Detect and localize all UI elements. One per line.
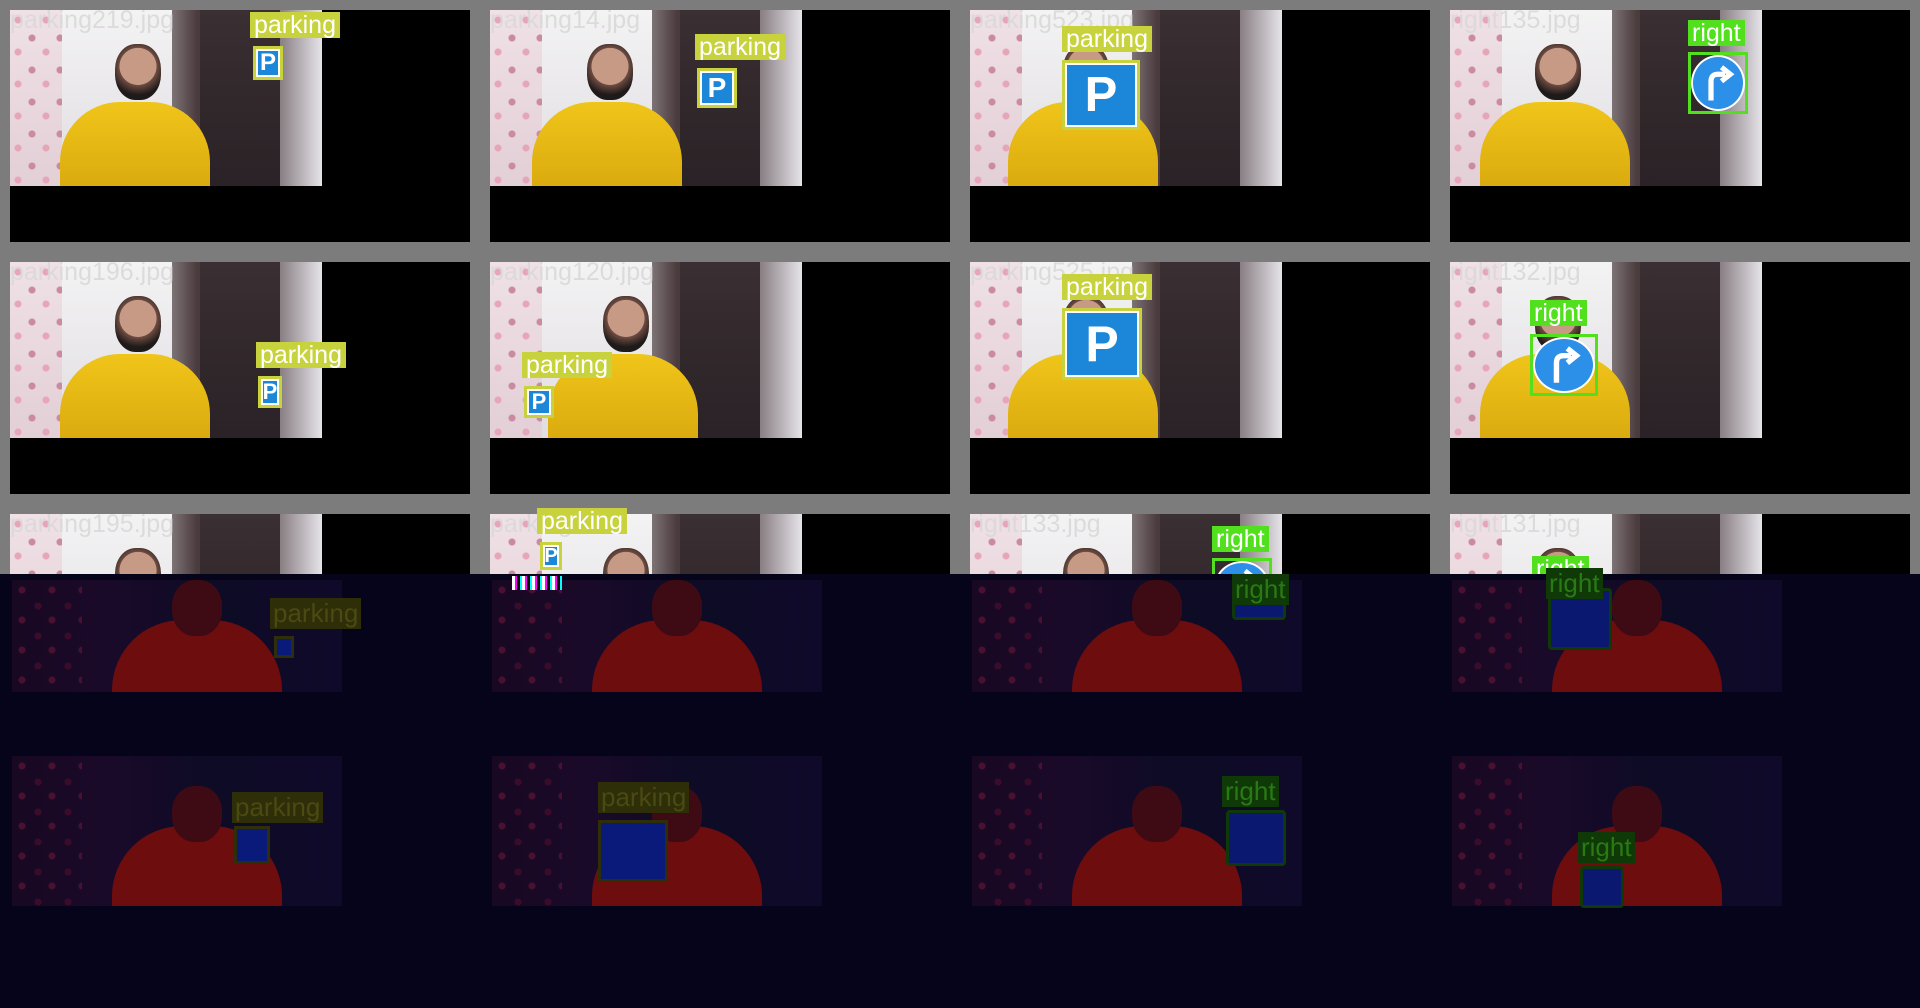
parking-bounding-box: P <box>1062 308 1142 380</box>
filename-label: right133.jpg <box>970 510 1101 538</box>
filename-label: parking120.jpg <box>490 258 655 286</box>
person-head <box>172 786 222 842</box>
parking-class-label: parking <box>695 34 785 60</box>
parking-sign-letter: P <box>1084 68 1118 122</box>
right-bounding-box <box>1530 334 1598 396</box>
grid-cell: right132.jpg <box>1440 252 1920 504</box>
parking-class-label: parking <box>598 782 690 813</box>
image-frame <box>1450 262 1910 494</box>
grid-cell: parking219.jpg <box>0 0 480 252</box>
parking-class-label: parking <box>537 508 627 534</box>
parking-sign-icon: P <box>1065 311 1139 377</box>
parking-bounding-box <box>274 636 294 658</box>
right-class-label: right <box>1222 776 1279 807</box>
parking-sign-letter: P <box>262 379 278 404</box>
grid-cell: right135.jpg <box>1440 0 1920 252</box>
parking-bounding-box: P <box>253 46 283 80</box>
image-frame <box>10 262 470 494</box>
person-head <box>115 296 161 352</box>
right-class-label: right <box>1688 20 1745 46</box>
right-arrow-icon <box>1708 65 1735 101</box>
turn-right-sign-icon <box>1691 55 1745 111</box>
right-class-label: right <box>1546 568 1603 599</box>
parking-sign-letter: P <box>259 49 276 76</box>
grid-cell: parking523.jpg <box>960 0 1440 252</box>
person-head <box>1612 580 1662 636</box>
parking-class-label: parking <box>256 342 346 368</box>
parking-bounding-box: P <box>540 542 562 570</box>
image-frame <box>1450 10 1910 242</box>
right-arrow-icon <box>1554 346 1581 384</box>
image-frame <box>970 262 1430 494</box>
person-head <box>587 44 633 100</box>
person-head <box>1535 44 1581 100</box>
person-shirt <box>60 102 210 186</box>
parking-bounding-box: P <box>1062 60 1140 130</box>
grid-cell: parking196.jpg <box>0 252 480 504</box>
person-head <box>603 296 649 352</box>
right-class-label: right <box>1232 574 1289 605</box>
grid-cell: parking525.jpg <box>960 252 1440 504</box>
parking-class-label: parking <box>250 12 340 38</box>
dimmed-overlay: parking right right parking parking right righ… <box>0 568 1920 1008</box>
right-class-label: right <box>1212 526 1269 552</box>
parking-bounding-box <box>598 820 668 882</box>
parking-class-label: parking <box>1062 26 1152 52</box>
parking-sign-letter: P <box>707 72 727 103</box>
filename-label: parking219.jpg <box>10 6 175 34</box>
camera-photo <box>1450 262 1762 438</box>
parking-bounding-box: P <box>697 68 737 108</box>
parking-sign-icon: P <box>1065 63 1137 127</box>
right-class-label: right <box>1530 300 1587 326</box>
filename-label: parking196.jpg <box>10 258 175 286</box>
filename-label: right135.jpg <box>1450 6 1581 34</box>
filename-label: parking195.jpg <box>10 510 175 538</box>
parking-bounding-box <box>234 826 270 864</box>
filename-label: right132.jpg <box>1450 258 1581 286</box>
right-bounding-box <box>1226 810 1286 866</box>
person-head <box>1132 786 1182 842</box>
person-shirt <box>1480 102 1630 186</box>
image-frame <box>970 10 1430 242</box>
parking-sign-letter: P <box>544 544 558 567</box>
parking-bounding-box: P <box>524 386 554 418</box>
person-head <box>652 580 702 636</box>
right-bounding-box <box>1688 52 1748 114</box>
parking-sign-icon: P <box>700 71 734 105</box>
parking-sign-icon: P <box>543 545 559 567</box>
right-bounding-box <box>1580 866 1624 908</box>
person-shirt <box>532 102 682 186</box>
dimmed-photo <box>12 756 342 906</box>
turn-right-sign-icon <box>1533 337 1595 393</box>
image-frame <box>10 10 470 242</box>
person-head <box>115 44 161 100</box>
parking-sign-letter: P <box>531 389 547 414</box>
parking-class-label: parking <box>522 352 612 378</box>
right-class-label: right <box>1578 832 1635 863</box>
parking-sign-icon: P <box>261 379 279 405</box>
parking-class-label: parking <box>270 598 362 629</box>
parking-sign-letter: P <box>1085 316 1119 372</box>
parking-class-label: parking <box>232 792 324 823</box>
person-head <box>1132 580 1182 636</box>
person-head <box>172 580 222 636</box>
parking-class-label: parking <box>1062 274 1152 300</box>
dimmed-photo <box>1452 580 1782 692</box>
filename-label: right131.jpg <box>1450 510 1581 538</box>
person-shirt <box>60 354 210 438</box>
parking-bounding-box: P <box>258 376 282 408</box>
parking-sign-icon: P <box>527 389 551 415</box>
filename-label: parking14.jpg <box>490 6 641 34</box>
parking-sign-icon: P <box>256 49 280 77</box>
glitch-artifact <box>512 576 562 590</box>
dimmed-photo <box>492 580 822 692</box>
